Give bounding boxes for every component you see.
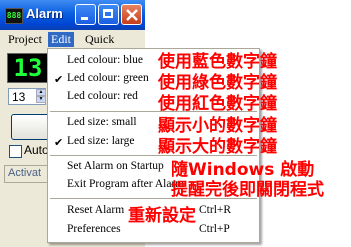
checkmark-icon: ✔ bbox=[54, 136, 64, 149]
close-icon bbox=[126, 9, 138, 21]
window-title: Alarm bbox=[26, 6, 63, 21]
menu-item-led-green[interactable]: Led colour: green bbox=[67, 72, 149, 84]
menu-quick[interactable]: Quick bbox=[85, 32, 114, 47]
auto-checkbox-label: Auto bbox=[24, 143, 49, 157]
menu-item-preferences[interactable]: Preferences bbox=[67, 223, 121, 235]
title-bar[interactable]: 888 Alarm bbox=[0, 0, 145, 30]
status-text: Activat bbox=[8, 167, 42, 179]
alarm-app-icon: 888 bbox=[5, 8, 23, 24]
maximize-button[interactable] bbox=[98, 4, 119, 25]
menu-item-led-blue[interactable]: Led colour: blue bbox=[67, 54, 143, 66]
menu-edit[interactable]: Edit bbox=[48, 32, 74, 47]
menu-item-led-small[interactable]: Led size: small bbox=[67, 116, 137, 128]
menu-project[interactable]: Project bbox=[8, 32, 42, 47]
close-button[interactable] bbox=[121, 4, 142, 25]
led-clock-display: 13 bbox=[7, 53, 49, 83]
annotation-large-led: 顯示大的數字鐘 bbox=[158, 137, 277, 157]
spin-buttons[interactable]: ▲ ▼ bbox=[36, 89, 46, 104]
menu-item-led-large[interactable]: Led size: large bbox=[67, 135, 134, 147]
spin-up-icon[interactable]: ▲ bbox=[36, 89, 46, 96]
menu-item-led-red[interactable]: Led colour: red bbox=[67, 90, 138, 102]
reset-alarm-shortcut: Ctrl+R bbox=[199, 204, 232, 216]
menu-bar: Project Edit Quick bbox=[0, 30, 145, 49]
menu-item-exit-after-alarm[interactable]: Exit Program after Alarm bbox=[67, 178, 184, 190]
preferences-shortcut: Ctrl+P bbox=[199, 223, 230, 235]
menu-item-set-alarm-startup[interactable]: Set Alarm on Startup bbox=[67, 160, 164, 172]
auto-checkbox[interactable] bbox=[9, 145, 22, 158]
menu-item-reset-alarm[interactable]: Reset Alarm bbox=[67, 204, 124, 216]
minimize-button[interactable] bbox=[75, 4, 96, 25]
checkmark-icon: ✔ bbox=[54, 73, 64, 86]
annotation-reset: 重新設定 bbox=[128, 206, 196, 226]
annotation-exit-after-alarm: 提醒完後即關閉程式 bbox=[171, 180, 324, 200]
spin-down-icon[interactable]: ▼ bbox=[36, 96, 46, 103]
